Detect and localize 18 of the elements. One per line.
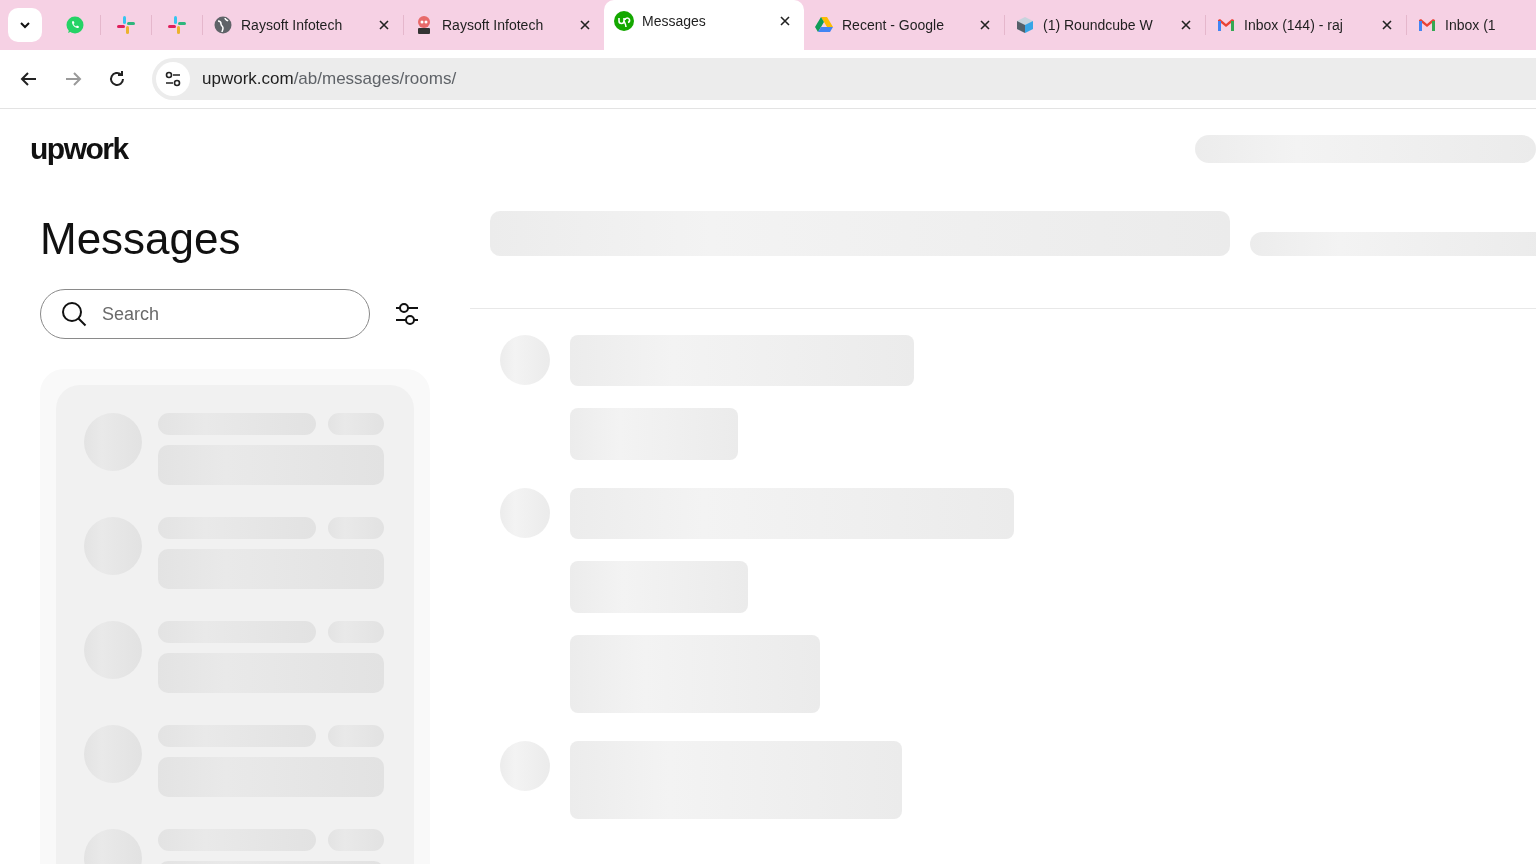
page-title: Messages: [40, 213, 242, 265]
logo[interactable]: upwork: [30, 132, 128, 166]
tab-title: Inbox (1: [1445, 17, 1497, 33]
url-text[interactable]: upwork.com/ab/messages/rooms/: [202, 69, 457, 89]
tab-title: Recent - Google: [842, 17, 945, 33]
browser-tab[interactable]: Inbox (144) - raj: [1206, 7, 1406, 43]
browser-tab[interactable]: (1) Roundcube W: [1005, 7, 1205, 43]
tab-title: (1) Roundcube W: [1043, 17, 1154, 33]
browser-tab[interactable]: Raysoft Infotech: [404, 7, 604, 43]
tab-title: Messages: [642, 13, 707, 29]
tab-title: Raysoft Infotech: [442, 17, 545, 33]
search-field[interactable]: Search: [40, 289, 370, 339]
tab-title: Raysoft Infotech: [241, 17, 344, 33]
tab-title: Inbox (144) - raj: [1244, 17, 1344, 33]
browser-tab[interactable]: Inbox (1: [1407, 7, 1536, 43]
browser-tab[interactable]: Recent - Google: [804, 7, 1004, 43]
browser-tab[interactable]: Raysoft Infotech: [203, 7, 403, 43]
browser-tab[interactable]: Messages: [604, 0, 804, 50]
